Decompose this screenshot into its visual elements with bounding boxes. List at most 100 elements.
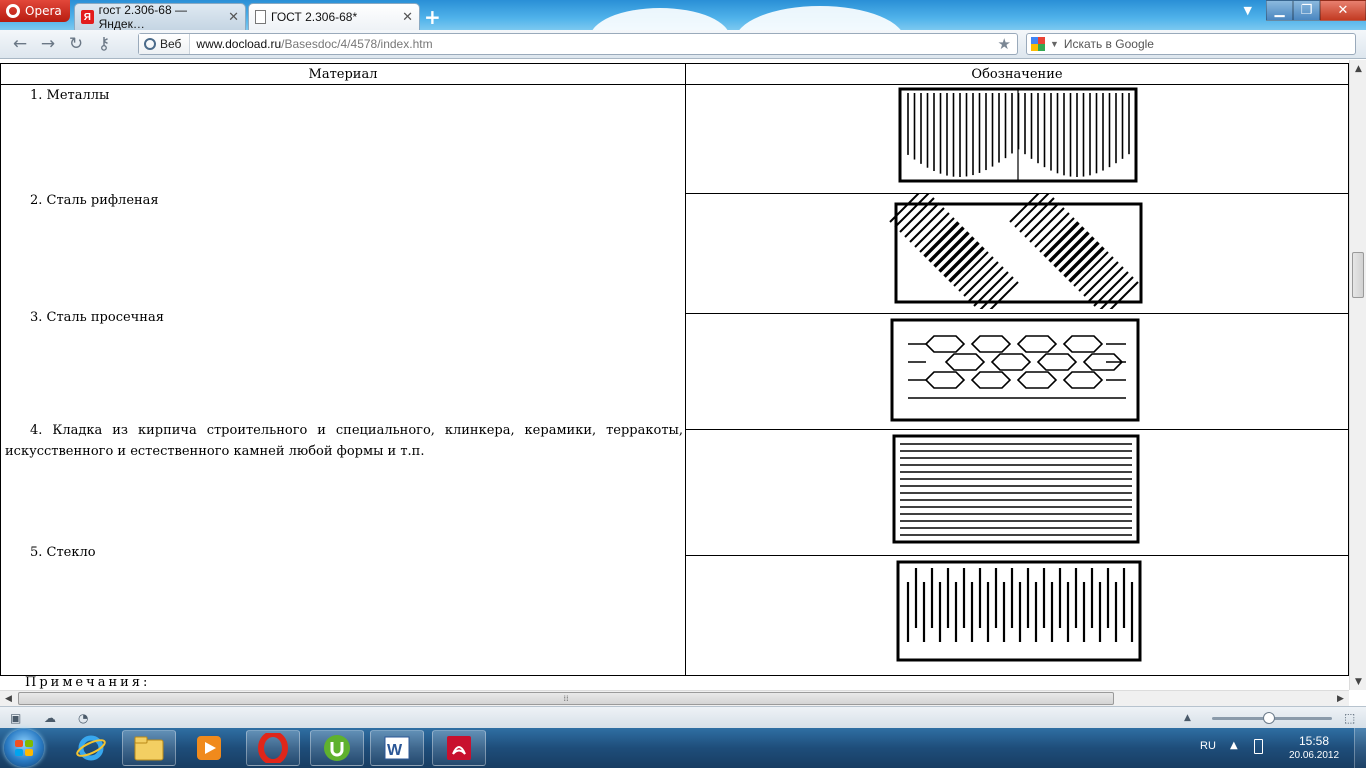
background-decoration <box>735 6 905 30</box>
minimize-button[interactable]: ▁ <box>1266 0 1293 21</box>
search-field[interactable]: ▼ Искать в Google <box>1026 33 1356 55</box>
hatch-line <box>1039 217 1075 253</box>
hatch-cell <box>970 335 1012 353</box>
show-desktop-button[interactable] <box>1354 728 1366 768</box>
explorer-icon <box>134 736 164 761</box>
page-viewport: Материал Обозначение 1. Металлы 2. Сталь… <box>0 60 1349 690</box>
battery-icon[interactable] <box>1254 739 1263 754</box>
tab-yandex[interactable]: Я гост 2.306-68 — Яндек… ✕ <box>74 3 246 30</box>
metal-hatch-icon <box>898 87 1138 183</box>
hatch-line <box>1088 266 1124 302</box>
acrobat-taskbar-button[interactable] <box>432 730 486 766</box>
maximize-button[interactable]: ❐ <box>1293 0 1320 21</box>
tab-gost[interactable]: ГОСТ 2.306-68* ✕ <box>248 3 420 30</box>
opera-taskbar-button[interactable] <box>246 730 300 766</box>
panel-toggle-icon[interactable]: ▣ <box>10 711 24 725</box>
hatch-cell <box>1016 371 1058 389</box>
url-text: www.docload.ru/Basesdoc/4/4578/index.htm <box>190 37 432 51</box>
url-path: /Basesdoc/4/4578/index.htm <box>281 37 433 51</box>
tab-label: гост 2.306-68 — Яндек… <box>98 3 187 30</box>
utorrent-taskbar-button[interactable] <box>310 730 364 766</box>
scroll-down-arrow-icon[interactable]: ▼ <box>1350 673 1366 690</box>
scroll-up-arrow-icon[interactable]: ▲ <box>1350 60 1366 77</box>
material-symbol-table: Материал Обозначение 1. Металлы 2. Сталь… <box>0 63 1349 676</box>
clock[interactable]: 15:58 20.06.2012 <box>1284 734 1344 761</box>
hatch-cell <box>1062 371 1104 389</box>
symbol-cell <box>685 187 1349 317</box>
symbol-cell <box>685 555 1349 676</box>
hatch-cell <box>1036 353 1078 371</box>
hatch-line <box>914 212 950 248</box>
material-item: 2. Сталь рифленая <box>30 193 159 208</box>
new-tab-button[interactable]: + <box>424 5 441 29</box>
svg-text:W: W <box>387 742 403 759</box>
turbo-gauge-icon[interactable]: ◔ <box>78 711 92 725</box>
hatch-line <box>1034 212 1070 248</box>
expanded-steel-icon <box>890 318 1140 422</box>
hatch-line <box>1103 281 1139 317</box>
opera-menu-label: Opera <box>25 4 62 18</box>
vertical-scroll-thumb[interactable] <box>1352 252 1364 298</box>
hatch-cell <box>924 335 966 353</box>
forward-arrow-icon[interactable]: → <box>34 34 62 54</box>
search-engine-chevron-icon[interactable]: ▼ <box>1050 39 1059 49</box>
hatch-line <box>1029 207 1065 243</box>
tab-label: ГОСТ 2.306-68* <box>271 10 358 24</box>
clock-time: 15:58 <box>1298 734 1330 748</box>
view-options-icon[interactable]: ⬚ <box>1344 711 1358 725</box>
explorer-taskbar-button[interactable] <box>122 730 176 766</box>
yandex-favicon-icon: Я <box>81 10 94 24</box>
hatch-line <box>919 217 955 253</box>
hatch-line <box>1044 222 1080 258</box>
address-field[interactable]: Веб www.docload.ru/Basesdoc/4/4578/index… <box>138 33 1018 55</box>
opera-unite-cloud-icon[interactable]: ☁ <box>44 711 58 725</box>
close-window-button[interactable]: ✕ <box>1320 0 1366 21</box>
notes-heading: Примечания: <box>25 675 151 690</box>
scroll-left-arrow-icon[interactable]: ◀ <box>0 691 17 707</box>
opera-icon <box>258 733 288 763</box>
horizontal-scroll-thumb[interactable]: ⁞⁞ <box>18 692 1114 705</box>
table-row: 1. Металлы 2. Сталь рифленая 3. Сталь пр… <box>0 84 1349 676</box>
symbol-cell <box>685 313 1349 430</box>
material-item: 3. Сталь просечная <box>30 310 164 325</box>
reload-icon[interactable]: ↻ <box>62 34 90 54</box>
vertical-scrollbar[interactable]: ▲ ▼ <box>1349 60 1366 690</box>
site-info-badge[interactable]: Веб <box>139 34 191 54</box>
horizontal-scrollbar[interactable]: ◀ ⁞⁞ ▶ <box>0 690 1349 706</box>
hatch-cell <box>1016 335 1058 353</box>
zoom-slider-knob[interactable] <box>1263 712 1275 724</box>
hatch-line <box>953 251 989 287</box>
brick-masonry-icon <box>892 434 1140 544</box>
opera-menu-button[interactable]: Opera <box>0 0 70 22</box>
header-material: Материал <box>0 63 686 85</box>
close-tab-icon[interactable]: ✕ <box>228 9 239 25</box>
hatch-line <box>948 246 984 282</box>
hatch-line <box>1073 251 1109 287</box>
material-column: 1. Металлы 2. Сталь рифленая 3. Сталь пр… <box>0 84 686 676</box>
hatch-cell <box>1062 335 1104 353</box>
material-item: 5. Стекло <box>30 545 96 560</box>
hatch-cell <box>990 353 1032 371</box>
hatch-line <box>1009 187 1045 223</box>
table-header-row: Материал Обозначение <box>0 63 1349 85</box>
word-taskbar-button[interactable]: W <box>370 730 424 766</box>
tray-expand-icon[interactable]: ▲ <box>1230 740 1238 751</box>
zoom-chevron-icon[interactable]: ▲ <box>1184 713 1198 726</box>
internet-explorer-taskbar-button[interactable] <box>64 730 118 766</box>
back-arrow-icon[interactable]: ← <box>6 34 34 54</box>
scroll-right-arrow-icon[interactable]: ▶ <box>1332 691 1349 707</box>
language-indicator[interactable]: RU <box>1200 740 1216 752</box>
acrobat-icon <box>447 736 471 760</box>
material-item: 4. Кладка из кирпича строительного и спе… <box>5 423 683 459</box>
hatch-line <box>963 261 999 297</box>
key-icon[interactable]: ⚷ <box>90 34 118 54</box>
corrugated-steel-icon <box>889 187 1143 317</box>
media-player-taskbar-button[interactable] <box>182 730 236 766</box>
symbol-cell <box>685 84 1349 194</box>
bookmark-star-icon[interactable]: ★ <box>998 35 1011 53</box>
start-button[interactable] <box>4 729 44 767</box>
windows-logo-icon <box>15 740 33 756</box>
tab-list-chevron-icon[interactable]: ▼ <box>1244 4 1252 17</box>
close-tab-icon[interactable]: ✕ <box>402 9 413 25</box>
url-domain: www.docload.ru <box>196 37 282 51</box>
